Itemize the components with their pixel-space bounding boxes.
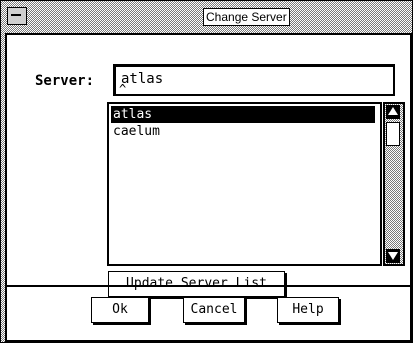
ok-button[interactable]: Ok <box>91 297 149 323</box>
scroll-down-button[interactable] <box>386 249 400 263</box>
window-title: Change Server <box>203 8 290 26</box>
title-area[interactable]: Change Server <box>31 7 406 26</box>
server-input-value: atlas <box>121 71 164 87</box>
scroll-thumb[interactable] <box>386 122 400 146</box>
dialog-content: Server: ^ atlas atlas caelum Update Serv… <box>5 33 412 342</box>
dialog-window: Change Server Server: ^ atlas atlas cael… <box>0 0 413 343</box>
system-menu-icon <box>11 14 21 16</box>
arrow-down-icon <box>388 252 398 260</box>
list-item[interactable]: atlas <box>111 106 375 123</box>
update-server-list-button[interactable]: Update Server List <box>108 271 285 297</box>
system-menu-button[interactable] <box>7 7 27 25</box>
divider <box>7 285 410 287</box>
server-label: Server: <box>35 73 95 89</box>
scroll-up-button[interactable] <box>386 105 400 119</box>
server-list[interactable]: atlas caelum <box>107 102 382 266</box>
cancel-button[interactable]: Cancel <box>183 297 245 323</box>
arrow-up-icon <box>388 107 398 115</box>
server-input[interactable]: ^ atlas <box>113 64 395 96</box>
title-bar[interactable]: Change Server <box>3 3 410 29</box>
list-scrollbar[interactable] <box>383 102 405 266</box>
help-button[interactable]: Help <box>277 297 339 323</box>
list-item[interactable]: caelum <box>111 123 375 140</box>
